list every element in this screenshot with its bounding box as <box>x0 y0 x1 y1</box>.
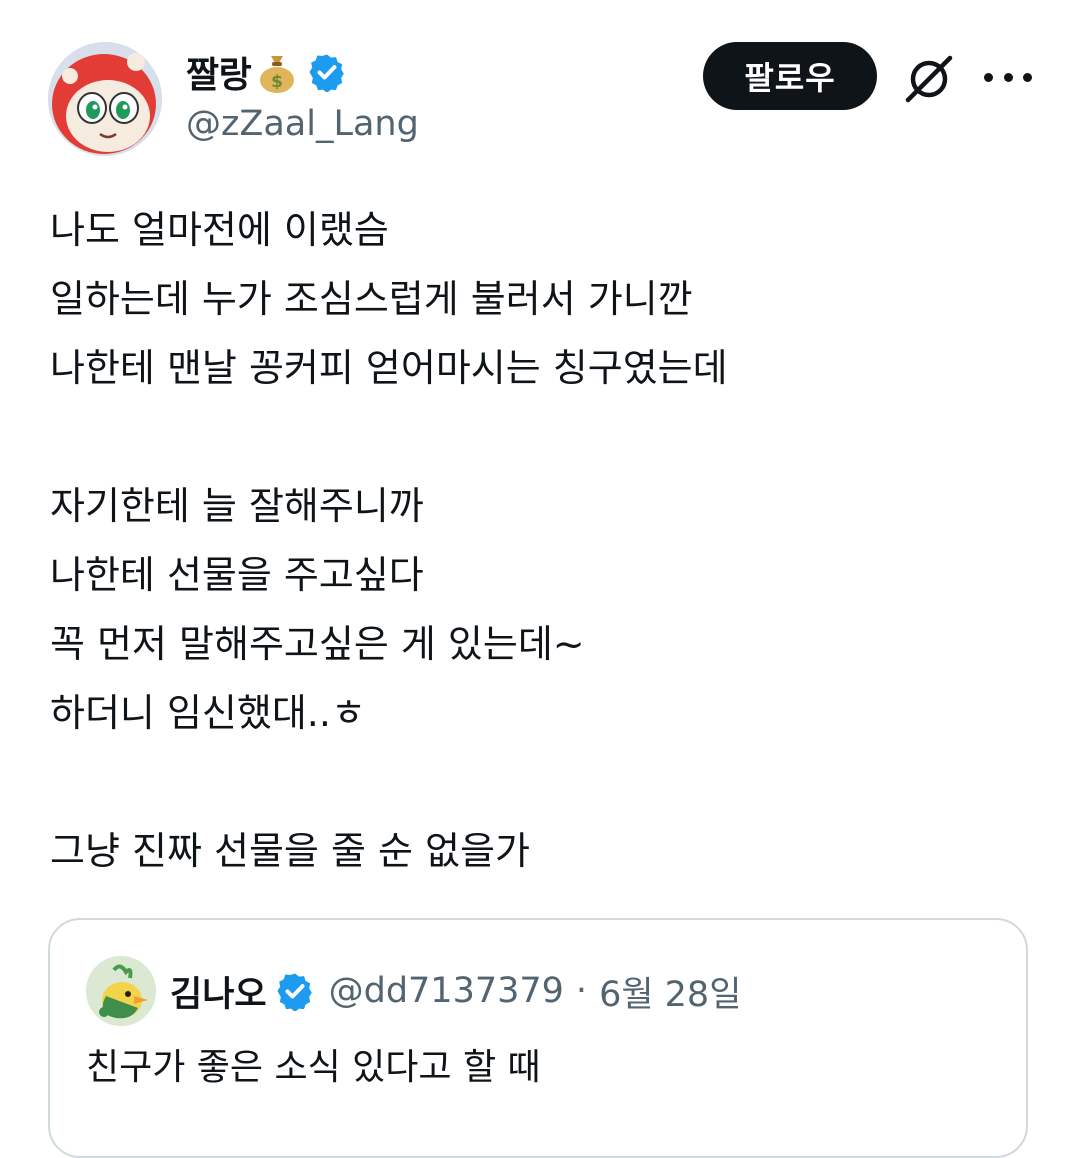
author-avatar[interactable] <box>48 42 162 156</box>
tweet-line: 꼭 먼저 말해주고싶은 게 있는데~ <box>50 622 585 666</box>
follow-button[interactable]: 팔로우 <box>703 42 877 110</box>
tweet-text: 나도 얼마전에 이랬슴 일하는데 누가 조심스럽게 불러서 가니깐 나한테 맨날… <box>50 196 1040 886</box>
tweet-header: 짤랑 $ @zZaal_Lang 팔로우 <box>0 0 1080 170</box>
verified-badge-icon[interactable] <box>307 52 347 92</box>
quoted-author-avatar[interactable] <box>86 956 156 1026</box>
author-name-row: 짤랑 $ <box>186 46 347 98</box>
money-bag-icon: $ <box>260 56 295 93</box>
meta-separator: · <box>575 971 588 1011</box>
tweet-line: 일하는데 누가 조심스럽게 불러서 가니깐 <box>50 277 693 321</box>
tweet-line: 나도 얼마전에 이랬슴 <box>50 208 389 252</box>
grok-icon[interactable] <box>900 50 958 108</box>
more-dot <box>1023 72 1032 82</box>
quoted-author-name[interactable]: 김나오 <box>170 966 267 1017</box>
quoted-tweet-date[interactable]: 6월 28일 <box>599 966 741 1017</box>
red-cartoon-character-avatar-icon <box>48 42 162 156</box>
quoted-tweet-header: 김나오 @dd7137379 · 6월 28일 <box>170 964 741 1018</box>
verified-badge-icon[interactable] <box>275 971 315 1011</box>
quoted-author-handle[interactable]: @dd7137379 <box>329 971 564 1011</box>
author-display-name[interactable]: 짤랑 <box>186 46 252 98</box>
tweet-line: 하더니 임신했대..ㅎ <box>50 691 366 735</box>
svg-text:$: $ <box>271 72 283 92</box>
quoted-tweet-text: 친구가 좋은 소식 있다고 할 때 <box>86 1047 541 1088</box>
quoted-tweet-card[interactable]: 김나오 @dd7137379 · 6월 28일 친구가 좋은 소식 있다고 할 … <box>48 918 1028 1158</box>
more-dot <box>984 72 993 82</box>
tweet-line: 나한테 맨날 꽁커피 얻어마시는 칭구였는데 <box>50 346 728 390</box>
green-bird-character-avatar-icon <box>86 956 156 1026</box>
more-icon[interactable] <box>984 60 1032 94</box>
tweet-line: 그냥 진짜 선물을 줄 순 없을가 <box>50 829 530 873</box>
more-dot <box>1003 72 1013 82</box>
tweet-line: 자기한테 늘 잘해주니까 <box>50 484 424 528</box>
author-handle[interactable]: @zZaal_Lang <box>186 104 419 144</box>
tweet-line: 나한테 선물을 주고싶다 <box>50 553 424 597</box>
